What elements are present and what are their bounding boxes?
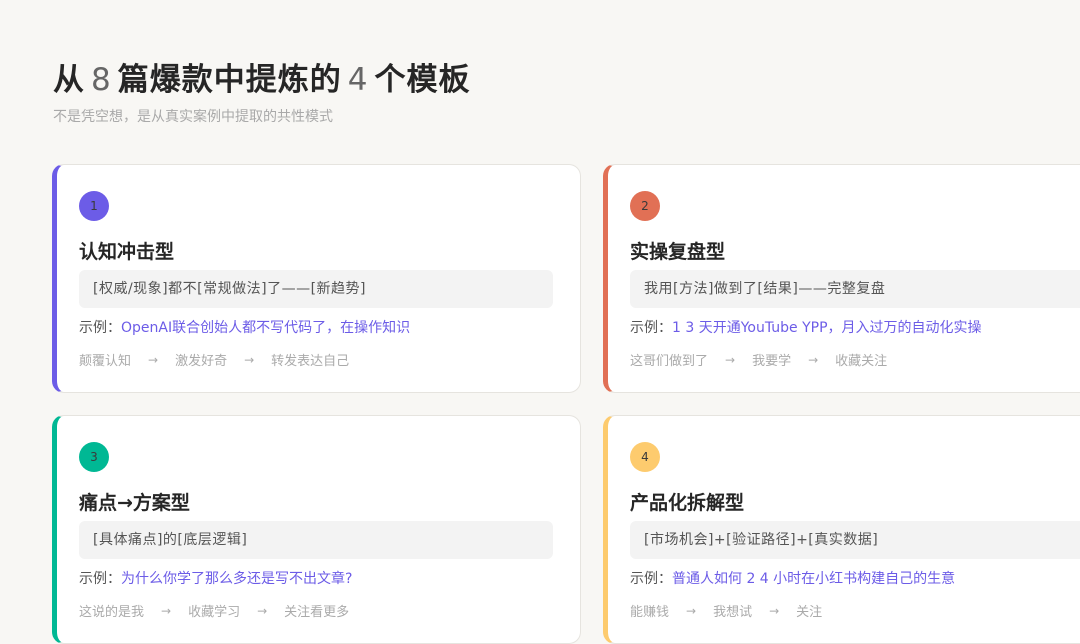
flow-step: 这哥们做到了 xyxy=(630,354,709,369)
card-formula: [具体痛点]的[底层逻辑] xyxy=(79,521,553,559)
title-number: 8 xyxy=(91,62,112,98)
example-text: 为什么你学了那么多还是写不出文章? xyxy=(121,571,353,587)
flow-step: 激发好奇 xyxy=(175,354,228,369)
flow-step: 颠覆认知 xyxy=(79,354,132,369)
flow-step: 关注看更多 xyxy=(284,605,350,620)
card-flow: 这说的是我 → 收藏学习 → 关注看更多 xyxy=(79,601,350,621)
flow-step: 这说的是我 xyxy=(79,605,145,620)
card-formula: [权威/现象]都不[常规做法]了——[新趋势] xyxy=(79,270,553,308)
card-number-badge: 3 xyxy=(79,442,109,472)
page-title: 从 8 篇爆款中提炼的 4 个模板 xyxy=(53,54,470,99)
flow-step: 转发表达自己 xyxy=(271,354,350,369)
example-text: 1 3 天开通YouTube YPP，月入过万的自动化实操 xyxy=(672,320,982,336)
flow-step: 我想试 xyxy=(713,605,753,620)
card-title: 实操复盘型 xyxy=(630,241,726,263)
card-flow: 这哥们做到了 → 我要学 → 收藏关注 xyxy=(630,350,888,370)
arrow-right-icon: → xyxy=(148,352,159,367)
template-card-pain-point-solution: 3 痛点→方案型 [具体痛点]的[底层逻辑] 示例：为什么你学了那么多还是写不出… xyxy=(52,415,581,644)
card-number-badge: 4 xyxy=(630,442,660,472)
page-subtitle: 不是凭空想，是从真实案例中提取的共性模式 xyxy=(53,109,333,125)
card-flow: 能赚钱 → 我想试 → 关注 xyxy=(630,601,823,621)
template-card-practical-review: 2 实操复盘型 我用[方法]做到了[结果]——完整复盘 示例：1 3 天开通Yo… xyxy=(603,164,1080,393)
example-text: OpenAI联合创始人都不写代码了，在操作知识 xyxy=(121,320,411,336)
card-title: 痛点→方案型 xyxy=(79,492,190,514)
arrow-right-icon: → xyxy=(257,603,268,618)
card-example: 示例：OpenAI联合创始人都不写代码了，在操作知识 xyxy=(79,317,410,337)
arrow-right-icon: → xyxy=(725,352,736,367)
card-number-badge: 1 xyxy=(79,191,109,221)
flow-step: 关注 xyxy=(796,605,823,620)
example-label: 示例： xyxy=(630,320,672,336)
card-example: 示例：为什么你学了那么多还是写不出文章? xyxy=(79,568,352,588)
flow-step: 我要学 xyxy=(752,354,792,369)
card-example: 示例：1 3 天开通YouTube YPP，月入过万的自动化实操 xyxy=(630,317,982,337)
template-card-product-breakdown: 4 产品化拆解型 [市场机会]+[验证路径]+[真实数据] 示例：普通人如何 2… xyxy=(603,415,1080,644)
title-text: 篇爆款中提炼的 xyxy=(117,62,342,98)
template-card-cognitive-impact: 1 认知冲击型 [权威/现象]都不[常规做法]了——[新趋势] 示例：OpenA… xyxy=(52,164,581,393)
arrow-right-icon: → xyxy=(161,603,172,618)
arrow-right-icon: → xyxy=(769,603,780,618)
example-label: 示例： xyxy=(630,571,672,587)
card-formula: [市场机会]+[验证路径]+[真实数据] xyxy=(630,521,1080,559)
flow-step: 能赚钱 xyxy=(630,605,670,620)
card-title: 产品化拆解型 xyxy=(630,492,745,514)
card-number-badge: 2 xyxy=(630,191,660,221)
title-text: 个模板 xyxy=(374,62,471,98)
card-title: 认知冲击型 xyxy=(79,241,175,263)
arrow-right-icon: → xyxy=(244,352,255,367)
flow-step: 收藏学习 xyxy=(188,605,241,620)
title-number: 4 xyxy=(347,62,369,98)
arrow-right-icon: → xyxy=(686,603,697,618)
example-label: 示例： xyxy=(79,571,121,587)
arrow-right-icon: → xyxy=(808,352,819,367)
title-text: 从 xyxy=(53,62,85,98)
card-formula: 我用[方法]做到了[结果]——完整复盘 xyxy=(630,270,1080,308)
flow-step: 收藏关注 xyxy=(835,354,888,369)
example-text: 普通人如何 2 4 小时在小红书构建自己的生意 xyxy=(672,571,956,587)
card-example: 示例：普通人如何 2 4 小时在小红书构建自己的生意 xyxy=(630,568,955,588)
card-flow: 颠覆认知 → 激发好奇 → 转发表达自己 xyxy=(79,350,350,370)
example-label: 示例： xyxy=(79,320,121,336)
